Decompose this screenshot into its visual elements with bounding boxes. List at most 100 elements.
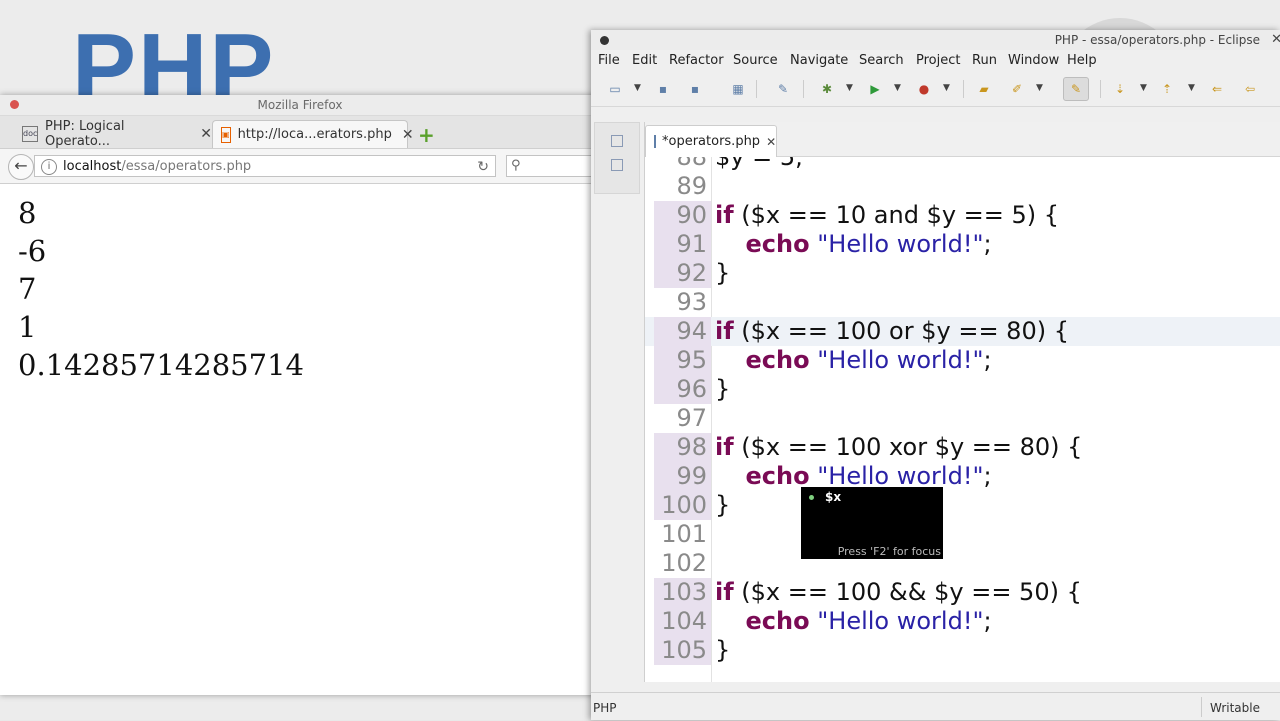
line-number: 96 xyxy=(654,375,711,404)
code-text: if ($x == 100 xor $y == 80) { xyxy=(715,433,1083,461)
editor-tab-operators[interactable]: *operators.php ✕ xyxy=(645,125,777,157)
site-info-icon[interactable]: i xyxy=(41,158,57,175)
firefox-titlebar[interactable]: Mozilla Firefox xyxy=(0,95,600,116)
code-line[interactable]: 99 echo "Hello world!"; xyxy=(645,462,1280,491)
code-line[interactable]: 95 echo "Hello world!"; xyxy=(645,346,1280,375)
variable-icon xyxy=(809,495,814,500)
run-icon[interactable]: ▶ xyxy=(868,82,882,96)
debug-icon[interactable]: ✱ xyxy=(820,82,834,96)
menu-help[interactable]: Help xyxy=(1067,53,1097,68)
back-button[interactable]: ← xyxy=(8,154,34,180)
code-line[interactable]: 90 if ($x == 10 and $y == 5) { xyxy=(645,201,1280,230)
next-annotation-icon[interactable]: ⇣ xyxy=(1113,82,1127,96)
back-icon[interactable]: ⇦ xyxy=(1243,82,1257,96)
line-number: 95 xyxy=(654,346,711,375)
reload-icon[interactable]: ↻ xyxy=(477,156,489,178)
menu-search[interactable]: Search xyxy=(859,53,904,68)
line-number: 93 xyxy=(676,288,707,316)
code-text: } xyxy=(715,259,731,287)
restore-icon[interactable] xyxy=(611,135,623,147)
browser-tab-operators[interactable]: ▣ http://loca...erators.php ✕ xyxy=(212,120,414,148)
code-line[interactable]: 100} xyxy=(645,491,1280,520)
firefox-tab-strip: doc PHP: Logical Operato... ✕ ▣ http://l… xyxy=(0,116,600,149)
search-icon: ⚲ xyxy=(511,158,521,173)
code-line[interactable]: 105} xyxy=(645,636,1280,665)
code-line[interactable]: 88 $y = 5; xyxy=(645,157,1280,172)
new-tab-icon[interactable]: + xyxy=(418,123,435,147)
chevron-down-icon[interactable]: ▼ xyxy=(1188,83,1195,93)
code-line[interactable]: 89 xyxy=(645,172,1280,201)
menu-refactor[interactable]: Refactor xyxy=(669,53,724,68)
eclipse-titlebar[interactable]: PHP - essa/operators.php - Eclipse ✕ xyxy=(591,30,1280,50)
code-text: } xyxy=(715,491,731,519)
chevron-down-icon[interactable]: ▼ xyxy=(1036,83,1043,93)
firefox-navbar: ← i localhost/essa/operators.php ↻ ⚲ xyxy=(0,149,600,184)
menu-window[interactable]: Window xyxy=(1008,53,1059,68)
code-line[interactable]: 91 echo "Hello world!"; xyxy=(645,230,1280,259)
outline-icon[interactable] xyxy=(611,159,623,171)
print-icon[interactable]: ▦ xyxy=(731,82,745,96)
line-number: 101 xyxy=(661,520,707,548)
menu-bar: File Edit Refactor Source Navigate Searc… xyxy=(591,50,1280,72)
code-line[interactable]: 104 echo "Hello world!"; xyxy=(645,607,1280,636)
menu-edit[interactable]: Edit xyxy=(632,53,657,68)
line-number: 92 xyxy=(654,259,711,288)
open-folder-icon[interactable]: ▰ xyxy=(977,82,991,96)
last-edit-icon[interactable]: ⇐ xyxy=(1210,82,1224,96)
line-number: 105 xyxy=(654,636,711,665)
chevron-down-icon[interactable]: ▼ xyxy=(1140,83,1147,93)
external-tools-icon[interactable]: ● xyxy=(917,82,931,96)
close-tab-icon[interactable]: ✕ xyxy=(200,126,212,142)
page-output: 8 -6 7 1 0.14285714285714 xyxy=(0,184,600,384)
line-number: 99 xyxy=(654,462,711,491)
menu-file[interactable]: File xyxy=(598,53,620,68)
code-line[interactable]: 92} xyxy=(645,259,1280,288)
save-icon[interactable]: ▪ xyxy=(656,82,670,96)
line-number: 104 xyxy=(654,607,711,636)
code-line[interactable]: 103 if ($x == 100 && $y == 50) { xyxy=(645,578,1280,607)
code-line[interactable]: 101 xyxy=(645,520,1280,549)
code-line[interactable]: 98 if ($x == 100 xor $y == 80) { xyxy=(645,433,1280,462)
line-number: 94 xyxy=(654,317,711,346)
code-line[interactable]: 96} xyxy=(645,375,1280,404)
code-editor[interactable]: *operators.php ✕ 88 $y = 5; 89 90 if ($x == … xyxy=(644,122,1280,682)
close-icon[interactable]: ✕ xyxy=(1271,32,1280,47)
browser-tab-php-manual[interactable]: doc PHP: Logical Operato... ✕ xyxy=(22,119,212,149)
eclipse-window-title: PHP - essa/operators.php - Eclipse xyxy=(1054,33,1260,47)
line-number: 97 xyxy=(676,404,707,432)
menu-source[interactable]: Source xyxy=(733,53,778,68)
chevron-down-icon[interactable]: ▼ xyxy=(634,83,641,93)
previous-annotation-icon[interactable]: ⇡ xyxy=(1160,82,1174,96)
code-line[interactable]: 93 xyxy=(645,288,1280,317)
toolbar: ▭ ▼ ▪ ▪ ▦ ✎ ✱ ▼ ▶ ▼ ● ▼ ▰ ✐ ▼ ✎ ⇣ ▼ ⇡ ▼ … xyxy=(591,72,1280,107)
menu-run[interactable]: Run xyxy=(972,53,997,68)
code-text: echo "Hello world!"; xyxy=(745,230,992,258)
chevron-down-icon[interactable]: ▼ xyxy=(943,83,950,93)
code-text: if ($x == 100 && $y == 50) { xyxy=(715,578,1082,606)
new-icon[interactable]: ▭ xyxy=(608,82,622,96)
code-area[interactable]: 88 $y = 5; 89 90 if ($x == 10 and $y == 5) {… xyxy=(645,157,1280,682)
code-line[interactable]: 102 xyxy=(645,549,1280,578)
hover-tooltip: $x Press 'F2' for focus xyxy=(801,487,943,559)
close-tab-icon[interactable]: ✕ xyxy=(402,127,414,143)
tooltip-title: $x xyxy=(825,490,842,504)
pin-icon[interactable]: ✎ xyxy=(776,82,790,96)
url-bar[interactable]: i localhost/essa/operators.php ↻ xyxy=(34,155,496,177)
toolbar-separator xyxy=(803,80,804,98)
search-input[interactable]: ⚲ xyxy=(506,155,596,177)
save-all-icon[interactable]: ▪ xyxy=(688,82,702,96)
editor-tab-label: *operators.php xyxy=(662,134,761,149)
line-number: 90 xyxy=(654,201,711,230)
menu-navigate[interactable]: Navigate xyxy=(790,53,848,68)
code-line[interactable]: 97 xyxy=(645,404,1280,433)
browser-tab-label: PHP: Logical Operato... xyxy=(45,119,125,149)
menu-project[interactable]: Project xyxy=(916,53,960,68)
firefox-window-title: Mozilla Firefox xyxy=(257,98,343,112)
close-tab-icon[interactable]: ✕ xyxy=(766,135,776,149)
line-number: 102 xyxy=(661,549,707,577)
chevron-down-icon[interactable]: ▼ xyxy=(846,83,853,93)
status-bar: PHP Writable xyxy=(591,692,1280,721)
chevron-down-icon[interactable]: ▼ xyxy=(894,83,901,93)
brush-icon[interactable]: ✐ xyxy=(1010,82,1024,96)
code-line[interactable]: 94 if ($x == 100 or $y == 80) { xyxy=(645,317,1280,346)
